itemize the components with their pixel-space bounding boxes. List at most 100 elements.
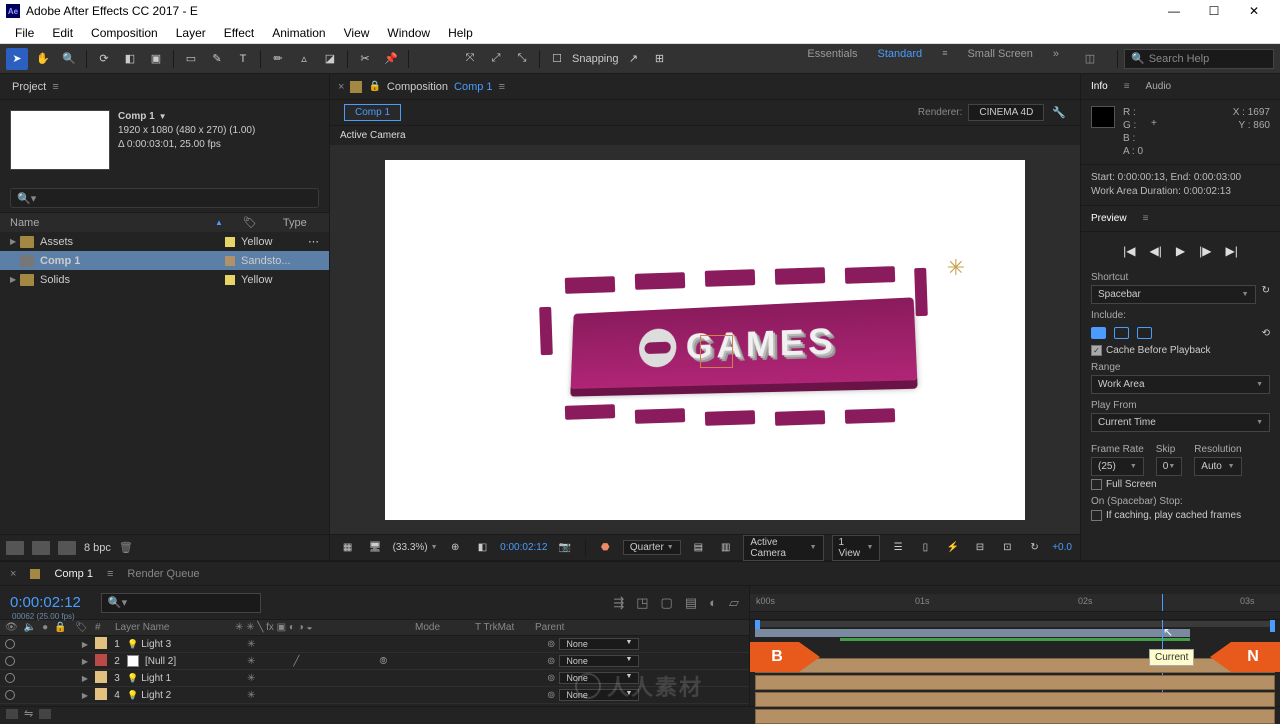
menu-help[interactable]: Help (439, 26, 482, 40)
search-help-input[interactable]: 🔍 Search Help (1124, 49, 1274, 69)
flowchart-comp[interactable]: Comp 1 (344, 104, 401, 121)
workspace-essentials[interactable]: Essentials (807, 48, 857, 70)
menu-view[interactable]: View (335, 26, 379, 40)
view-axis-icon[interactable]: ⤡ (511, 48, 533, 70)
exposure-value[interactable]: +0.0 (1052, 542, 1072, 553)
orbit-tool[interactable]: ⟳ (93, 48, 115, 70)
roi-icon[interactable]: ◧ (473, 537, 492, 559)
snap-grid-icon[interactable]: ⊞ (649, 48, 671, 70)
renderer-options-icon[interactable]: 🔧 (1052, 106, 1066, 119)
selection-tool[interactable]: ➤ (6, 48, 28, 70)
interpret-footage-icon[interactable] (6, 541, 24, 555)
info-panel-menu[interactable]: ≡ (1124, 81, 1130, 92)
close-comp-tab[interactable]: × (338, 81, 344, 93)
shape-tool[interactable]: ▭ (180, 48, 202, 70)
ifcaching-checkbox[interactable]: If caching, play cached frames (1091, 510, 1270, 521)
workspace-standard[interactable]: Standard (878, 48, 923, 70)
info-tab[interactable]: Info (1091, 81, 1108, 92)
reset-exposure-icon[interactable]: ↻ (1025, 537, 1044, 559)
view-opt-icon[interactable]: ☰ (888, 537, 907, 559)
last-frame-button[interactable]: ▶| (1225, 244, 1237, 258)
comp-thumbnail[interactable] (10, 110, 110, 170)
guides-icon[interactable]: ▤ (689, 537, 708, 559)
time-ruler[interactable]: k00s 01s 02s 03s (750, 594, 1280, 612)
skip-dropdown[interactable]: 0▼ (1156, 457, 1183, 476)
include-audio-icon[interactable] (1114, 327, 1129, 339)
layer-row[interactable]: ▶ 4 💡Light 2 ✳ ⊚None▼ (0, 687, 749, 704)
reset-shortcut-icon[interactable]: ↻ (1262, 285, 1270, 304)
layer-row[interactable]: ▶ 2 [Null 2] ✳╱⦾ ⊚None▼ (0, 653, 749, 670)
work-area-bar[interactable] (755, 629, 1190, 637)
lock-icon[interactable]: 🔒 (368, 81, 380, 92)
clone-tool[interactable]: ▵ (293, 48, 315, 70)
minimize-button[interactable]: — (1154, 4, 1194, 18)
menu-composition[interactable]: Composition (82, 26, 167, 40)
composition-viewer[interactable]: ✳ GAMES (330, 145, 1080, 534)
new-comp-icon[interactable] (58, 541, 76, 555)
include-overlays-icon[interactable] (1137, 327, 1152, 339)
layer-row[interactable]: ▶ 3 💡Light 1 ✳ ⊚None▼ (0, 670, 749, 687)
renderer-dropdown[interactable]: CINEMA 4D (968, 104, 1044, 121)
frame-blend-icon[interactable]: ▤ (685, 595, 697, 611)
menu-layer[interactable]: Layer (167, 26, 215, 40)
fullscreen-checkbox[interactable]: Full Screen (1091, 479, 1270, 490)
playhead-indicator[interactable] (1162, 594, 1163, 611)
workspace-smallscreen[interactable]: Small Screen (967, 48, 1032, 70)
hand-tool[interactable]: ✋ (32, 48, 54, 70)
zoom-dropdown[interactable]: (33.3%)▼ (393, 542, 438, 553)
new-folder-icon[interactable] (32, 541, 50, 555)
graph-editor-icon[interactable]: ▱ (729, 595, 739, 611)
pan-behind-tool[interactable]: ◧ (119, 48, 141, 70)
timeline-tracks[interactable]: B N Current ↖ (750, 620, 1280, 706)
always-preview-icon[interactable]: ▦ (338, 537, 357, 559)
timeline-search-input[interactable]: 🔍▾ (101, 593, 261, 613)
project-item-comp1[interactable]: Comp 1 Sandsto... (0, 251, 329, 270)
include-video-icon[interactable] (1091, 327, 1106, 339)
render-queue-tab[interactable]: Render Queue (127, 568, 199, 580)
prev-frame-button[interactable]: ◀| (1150, 244, 1162, 258)
menu-effect[interactable]: Effect (215, 26, 263, 40)
channel-icon[interactable]: ⬣ (596, 537, 615, 559)
snap-opts-icon[interactable]: ↗ (623, 48, 645, 70)
light-gizmo-icon[interactable]: ✳ (947, 255, 965, 281)
project-item-assets[interactable]: ▶Assets Yellow ⋯ (0, 232, 329, 251)
audio-tab[interactable]: Audio (1146, 81, 1172, 92)
timeline-panel-menu[interactable]: ≡ (107, 568, 113, 580)
workspace-reset-icon[interactable]: ◫ (1079, 48, 1101, 70)
puppet-tool[interactable]: 📌 (380, 48, 402, 70)
playfrom-dropdown[interactable]: Current Time▼ (1091, 413, 1270, 432)
close-button[interactable]: ✕ (1234, 4, 1274, 18)
camera-tool[interactable]: ▣ (145, 48, 167, 70)
views-dropdown[interactable]: 1 View▼ (832, 535, 881, 561)
zoom-tool[interactable]: 🔍 (58, 48, 80, 70)
grid-icon[interactable]: ▥ (716, 537, 735, 559)
framerate-dropdown[interactable]: (25)▼ (1091, 457, 1144, 476)
next-frame-button[interactable]: |▶ (1199, 244, 1211, 258)
menu-animation[interactable]: Animation (263, 26, 334, 40)
project-search-input[interactable]: 🔍▾ (10, 188, 319, 208)
timeline-comp-tab[interactable]: Comp 1 (54, 568, 93, 580)
layer-row[interactable]: ▶ 1 💡Light 3 ✳ ⊚None▼ (0, 636, 749, 653)
comp-panel-menu[interactable]: ≡ (499, 81, 505, 93)
trash-icon[interactable]: 🗑 (119, 541, 133, 554)
hide-shy-icon[interactable]: ▢ (661, 595, 673, 611)
fast-preview-icon[interactable]: ⚡ (943, 537, 962, 559)
project-item-solids[interactable]: ▶Solids Yellow (0, 270, 329, 289)
close-timeline-tab[interactable]: × (10, 568, 16, 580)
pen-tool[interactable]: ✎ (206, 48, 228, 70)
preview-panel-menu[interactable]: ≡ (1143, 213, 1149, 224)
play-button[interactable]: ▶ (1176, 244, 1185, 258)
first-frame-button[interactable]: |◀ (1123, 244, 1135, 258)
bpc-label[interactable]: 8 bpc (84, 542, 111, 554)
range-dropdown[interactable]: Work Area▼ (1091, 375, 1270, 394)
eraser-tool[interactable]: ◪ (319, 48, 341, 70)
comp-tab-name[interactable]: Comp 1 (454, 81, 493, 93)
preview-tab[interactable]: Preview (1091, 213, 1127, 224)
snap-checkbox[interactable]: ☐ (546, 48, 568, 70)
resolution-icon[interactable]: ⊕ (446, 537, 465, 559)
motion-blur-icon[interactable]: ◐ (709, 595, 717, 611)
draft3d-icon[interactable]: ◳ (636, 595, 648, 611)
local-axis-icon[interactable]: ⤧ (459, 48, 481, 70)
toggle-switches-icon[interactable] (6, 709, 18, 719)
brush-tool[interactable]: ✏ (267, 48, 289, 70)
